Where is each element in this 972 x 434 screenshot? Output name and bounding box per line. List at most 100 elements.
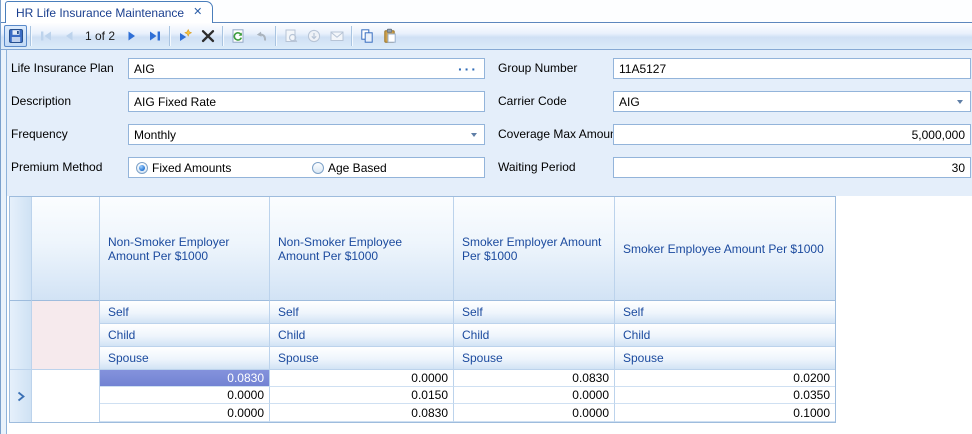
attachments-button[interactable] <box>302 25 325 47</box>
paste-button[interactable] <box>378 25 401 47</box>
column-header-nonsmoker-employee[interactable]: Non-Smoker Employee Amount Per $1000 <box>270 197 454 301</box>
group-number-input[interactable] <box>614 59 970 78</box>
circle-arrow-icon <box>306 28 322 44</box>
tab-hr-life-insurance-maintenance[interactable]: HR Life Insurance Maintenance ✕ <box>5 1 213 23</box>
first-record-icon <box>38 28 54 44</box>
email-button[interactable] <box>325 25 348 47</box>
grid-cell-spouse-col0[interactable]: 0.0000 <box>100 404 270 422</box>
premium-method-group: Fixed Amounts Age Based <box>128 157 485 178</box>
column-header-text: Smoker Employee Amount Per $1000 <box>623 242 824 256</box>
grid-section: Non-Smoker Employer Amount Per $1000 Non… <box>7 196 972 434</box>
save-button[interactable] <box>4 25 27 47</box>
radio-label-fixed-amounts: Fixed Amounts <box>152 161 231 175</box>
copy-icon <box>359 28 375 44</box>
toolbar-separator <box>30 26 31 46</box>
tier-label-self[interactable]: Self <box>100 301 270 324</box>
grid-cell-spouse-col1[interactable]: 0.0830 <box>270 404 454 422</box>
tier-label-spouse[interactable]: Spouse <box>454 347 615 370</box>
group-number-label: Group Number <box>498 58 577 79</box>
first-record-button[interactable] <box>34 25 57 47</box>
tier-label-child[interactable]: Child <box>270 324 454 347</box>
grid-cell-child-col3[interactable]: 0.0350 <box>615 387 835 404</box>
column-header-text: Non-Smoker Employer Amount Per $1000 <box>108 235 261 263</box>
next-record-button[interactable] <box>120 25 143 47</box>
floppy-disk-icon <box>8 28 24 44</box>
coverage-max-amount-field-wrap <box>613 124 971 145</box>
delete-x-icon <box>200 28 216 44</box>
next-record-icon <box>124 28 140 44</box>
column-header-smoker-employer[interactable]: Smoker Employer Amount Per $1000 <box>454 197 615 301</box>
grid-cell-self-col2[interactable]: 0.0830 <box>454 370 615 387</box>
waiting-period-label: Waiting Period <box>498 157 576 178</box>
previous-record-icon <box>61 28 77 44</box>
last-record-button[interactable] <box>143 25 166 47</box>
tier-label-self[interactable]: Self <box>270 301 454 324</box>
new-record-button[interactable] <box>173 25 196 47</box>
grid-cell-spouse-col3[interactable]: 0.1000 <box>615 404 835 422</box>
form-section: Life Insurance Plan ··· Description Freq… <box>7 50 972 196</box>
record-position: 1 of 2 <box>80 29 120 43</box>
life-insurance-plan-label: Life Insurance Plan <box>11 58 114 79</box>
frequency-combobox[interactable]: Monthly <box>128 124 485 145</box>
paste-clipboard-icon <box>382 28 398 44</box>
coverage-max-amount-input[interactable] <box>614 125 970 144</box>
grid-cell-self-col0[interactable]: 0.0830 <box>100 370 270 387</box>
coverage-max-amount-label: Coverage Max Amount <box>498 124 620 145</box>
tier-label-child[interactable]: Child <box>454 324 615 347</box>
toolbar-separator <box>275 26 276 46</box>
description-label: Description <box>11 91 71 112</box>
radio-option-age-based[interactable]: Age Based <box>312 161 395 175</box>
tier-band-indicator-cell <box>10 301 32 370</box>
description-field-wrap <box>128 91 485 112</box>
undo-button[interactable] <box>249 25 272 47</box>
last-record-icon <box>147 28 163 44</box>
column-header-nonsmoker-employer[interactable]: Non-Smoker Employer Amount Per $1000 <box>100 197 270 301</box>
grid-cell-spouse-col2[interactable]: 0.0000 <box>454 404 615 422</box>
life-insurance-plan-input[interactable] <box>129 59 458 78</box>
undo-arrow-icon <box>253 28 269 44</box>
refresh-button[interactable] <box>226 25 249 47</box>
previous-record-button[interactable] <box>57 25 80 47</box>
tier-band-group-cell <box>32 301 100 370</box>
column-header-text: Non-Smoker Employee Amount Per $1000 <box>278 235 445 263</box>
print-preview-button[interactable] <box>279 25 302 47</box>
frequency-label: Frequency <box>11 124 68 145</box>
grid-cell-self-col3[interactable]: 0.0200 <box>615 370 835 387</box>
life-insurance-plan-field-wrap: ··· <box>128 58 485 79</box>
tier-label-spouse[interactable]: Spouse <box>270 347 454 370</box>
radio-unselected-icon[interactable] <box>312 162 324 174</box>
lookup-ellipsis-button[interactable]: ··· <box>458 64 478 74</box>
radio-option-fixed-amounts[interactable]: Fixed Amounts <box>136 161 239 175</box>
radio-selected-icon[interactable] <box>136 162 148 174</box>
grid-cell-self-col1[interactable]: 0.0000 <box>270 370 454 387</box>
tier-label-child[interactable]: Child <box>100 324 270 347</box>
tier-label-self[interactable]: Self <box>454 301 615 324</box>
grid-cell-child-col0[interactable]: 0.0000 <box>100 387 270 404</box>
record-arrow-icon <box>16 391 26 402</box>
grid-cell-child-col1[interactable]: 0.0150 <box>270 387 454 404</box>
chevron-down-icon[interactable] <box>471 133 477 137</box>
tier-label-spouse[interactable]: Spouse <box>615 347 835 370</box>
tier-label-child[interactable]: Child <box>615 324 835 347</box>
grid-cell-child-col2[interactable]: 0.0000 <box>454 387 615 404</box>
radio-label-age-based: Age Based <box>328 161 387 175</box>
chevron-down-icon[interactable] <box>957 100 963 104</box>
grid-corner-cell <box>10 197 32 301</box>
tier-label-spouse[interactable]: Spouse <box>100 347 270 370</box>
carrier-code-value: AIG <box>614 95 957 109</box>
column-header-smoker-employee[interactable]: Smoker Employee Amount Per $1000 <box>615 197 835 301</box>
frequency-value: Monthly <box>129 128 471 142</box>
rate-grid: Non-Smoker Employer Amount Per $1000 Non… <box>9 196 836 423</box>
toolbar: 1 of 2 <box>1 23 972 50</box>
tier-label-self[interactable]: Self <box>615 301 835 324</box>
toolbar-separator <box>222 26 223 46</box>
carrier-code-combobox[interactable]: AIG <box>613 91 971 112</box>
waiting-period-input[interactable] <box>614 158 970 177</box>
description-input[interactable] <box>129 92 484 111</box>
tab-close-icon[interactable]: ✕ <box>193 7 202 18</box>
envelope-icon <box>329 28 345 44</box>
copy-button[interactable] <box>355 25 378 47</box>
delete-record-button[interactable] <box>196 25 219 47</box>
app-window: HR Life Insurance Maintenance ✕ 1 of 2 <box>0 0 972 434</box>
content-area: Life Insurance Plan ··· Description Freq… <box>1 50 972 434</box>
